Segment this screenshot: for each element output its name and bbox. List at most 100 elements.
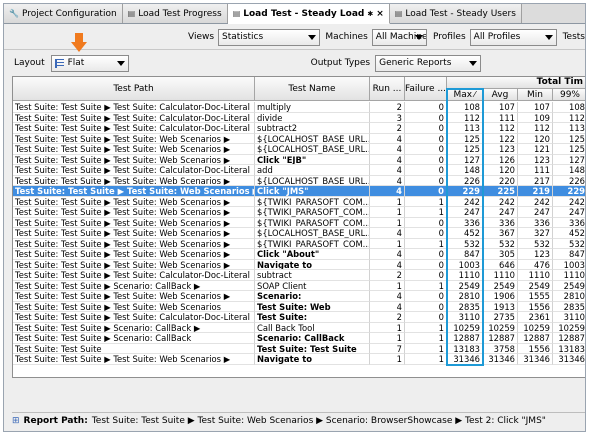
cell-run: 2 bbox=[370, 270, 405, 281]
cell-failure: 0 bbox=[405, 133, 447, 145]
cell-avg: 122 bbox=[483, 133, 518, 145]
cell-run: 4 bbox=[370, 291, 405, 302]
cell-min: 120 bbox=[518, 133, 553, 145]
cell-test-path: Test Suite: Test Suite ▶ Test Suite: Web… bbox=[13, 144, 255, 155]
cell-avg: 123 bbox=[483, 144, 518, 155]
cell-avg: 1906 bbox=[483, 291, 518, 302]
cell-failure: 1 bbox=[405, 343, 447, 355]
column-header-99[interactable]: 99% bbox=[553, 89, 585, 101]
cell-99: 532 bbox=[553, 239, 585, 250]
cell-failure: 0 bbox=[405, 102, 447, 113]
views-select[interactable]: Statistics bbox=[218, 28, 321, 46]
close-icon[interactable]: × bbox=[376, 9, 384, 19]
cell-min: 107 bbox=[518, 102, 553, 113]
cell-99: 229 bbox=[553, 186, 585, 197]
cell-max: 336 bbox=[447, 217, 483, 229]
column-header-failure[interactable]: Failure ... bbox=[405, 77, 447, 101]
cell-min: 12887 bbox=[518, 333, 553, 344]
cell-test-name: Test Suite: Web bbox=[255, 301, 370, 313]
column-group-total-time: Total Tim bbox=[447, 77, 585, 89]
sort-descending-icon: ⁄ bbox=[474, 90, 476, 99]
cell-max: 226 bbox=[447, 175, 483, 187]
cell-run: 1 bbox=[370, 207, 405, 218]
layout-select[interactable]: Flat bbox=[50, 54, 129, 72]
cell-test-name: Click "About" bbox=[255, 249, 370, 260]
cell-test-path: Test Suite: Test Suite ▶ Test Suite: Web… bbox=[13, 259, 255, 271]
cell-avg: 247 bbox=[483, 207, 518, 218]
tab-load-test-steady-users[interactable]: ▤ Load Test - Steady Users bbox=[389, 4, 522, 23]
cell-max: 113 bbox=[447, 123, 483, 134]
cell-avg: 126 bbox=[483, 154, 518, 166]
tab-load-test-steady-load[interactable]: ▤ Load Test - Steady Load ✱ × bbox=[227, 4, 390, 24]
cell-max: 2835 bbox=[447, 301, 483, 313]
chevron-down-icon bbox=[469, 60, 478, 66]
cell-failure: 0 bbox=[405, 186, 447, 197]
document-icon: ▤ bbox=[232, 9, 241, 18]
cell-min: 10259 bbox=[518, 322, 553, 334]
output-types-select[interactable]: Generic Reports bbox=[375, 54, 482, 72]
tab-project-configuration[interactable]: 🔧 Project Configuration bbox=[4, 4, 123, 23]
layout-value: Flat bbox=[67, 58, 85, 68]
chevron-down-icon bbox=[414, 34, 423, 40]
cell-max: 2549 bbox=[447, 280, 483, 292]
cell-99: 3110 bbox=[553, 312, 585, 323]
cell-failure: 0 bbox=[405, 123, 447, 134]
views-value: Statistics bbox=[222, 32, 264, 42]
cell-test-path: Test Suite: Test Suite ▶ Test Suite: Web… bbox=[13, 238, 255, 250]
cell-min: 217 bbox=[518, 175, 553, 187]
cell-test-path: Test Suite: Test Suite ▶ Test Suite: Cal… bbox=[13, 270, 255, 281]
cell-min: 112 bbox=[518, 123, 553, 134]
profiles-select[interactable]: All Profiles bbox=[469, 28, 557, 46]
column-header-min[interactable]: Min bbox=[518, 89, 553, 101]
machines-select[interactable]: All Machines bbox=[371, 28, 427, 46]
cell-99: 12887 bbox=[553, 333, 585, 344]
cell-avg: 220 bbox=[483, 175, 518, 187]
output-types-label: Output Types bbox=[310, 58, 371, 68]
statistics-table[interactable]: Test Path Test Name Run ... Failure ... … bbox=[12, 76, 585, 378]
output-types-value: Generic Reports bbox=[379, 58, 452, 68]
cell-max: 532 bbox=[447, 238, 483, 250]
cell-max: 125 bbox=[447, 133, 483, 145]
cell-test-path: Test Suite: Test Suite ▶ Test Suite: Web… bbox=[13, 249, 255, 260]
cell-99: 113 bbox=[553, 123, 585, 134]
cell-run: 1 bbox=[370, 354, 405, 365]
cell-99: 2549 bbox=[553, 281, 585, 292]
cell-test-name: ${LOCALHOST_BASE_URL... bbox=[255, 144, 370, 155]
cell-failure: 1 bbox=[405, 322, 447, 334]
tab-label: Project Configuration bbox=[21, 8, 117, 19]
cell-min: 2549 bbox=[518, 280, 553, 292]
cell-min: 247 bbox=[518, 207, 553, 218]
column-header-test-path[interactable]: Test Path bbox=[13, 77, 255, 101]
cell-max: 242 bbox=[447, 196, 483, 208]
cell-test-path: Test Suite: Test Suite ▶ Test Suite: Web… bbox=[13, 133, 255, 145]
cell-99: 226 bbox=[553, 176, 585, 187]
cell-avg: 1110 bbox=[483, 270, 518, 281]
toolbar-divider bbox=[4, 49, 585, 50]
cell-test-path: Test Suite: Test Suite ▶ Scenario: CallB… bbox=[13, 333, 255, 344]
cell-test-path: Test Suite: Test Suite ▶ Test Suite: Web… bbox=[13, 186, 255, 197]
wrench-icon: 🔧 bbox=[9, 9, 19, 18]
cell-min: 219 bbox=[518, 186, 553, 197]
cell-min: 111 bbox=[518, 165, 553, 176]
cell-99: 112 bbox=[553, 113, 585, 124]
cell-max: 13183 bbox=[447, 343, 483, 355]
tab-load-test-progress[interactable]: ▤ Load Test Progress bbox=[122, 4, 228, 23]
cell-test-name: Test Suite: Test Suite bbox=[255, 343, 370, 355]
cell-run: 1 bbox=[370, 238, 405, 250]
cell-failure: 0 bbox=[405, 175, 447, 187]
column-header-test-name[interactable]: Test Name bbox=[255, 77, 370, 101]
column-header-avg[interactable]: Avg bbox=[483, 89, 518, 101]
cell-test-path: Test Suite: Test Suite ▶ Test Suite: Web… bbox=[13, 291, 255, 302]
cell-test-name: ${TWIKI_PARASOFT_COM... bbox=[255, 196, 370, 208]
column-header-max[interactable]: Max ⁄ bbox=[447, 89, 483, 101]
cell-avg: 1913 bbox=[483, 301, 518, 313]
pin-icon[interactable]: ✱ bbox=[367, 10, 373, 18]
cell-run: 2 bbox=[370, 123, 405, 134]
cell-max: 112 bbox=[447, 112, 483, 124]
cell-min: 532 bbox=[518, 238, 553, 250]
cell-min: 1110 bbox=[518, 270, 553, 281]
cell-run: 4 bbox=[370, 175, 405, 187]
column-header-run[interactable]: Run ... bbox=[370, 77, 405, 101]
cell-min: 123 bbox=[518, 249, 553, 260]
cell-test-name: subtract2 bbox=[255, 123, 370, 134]
